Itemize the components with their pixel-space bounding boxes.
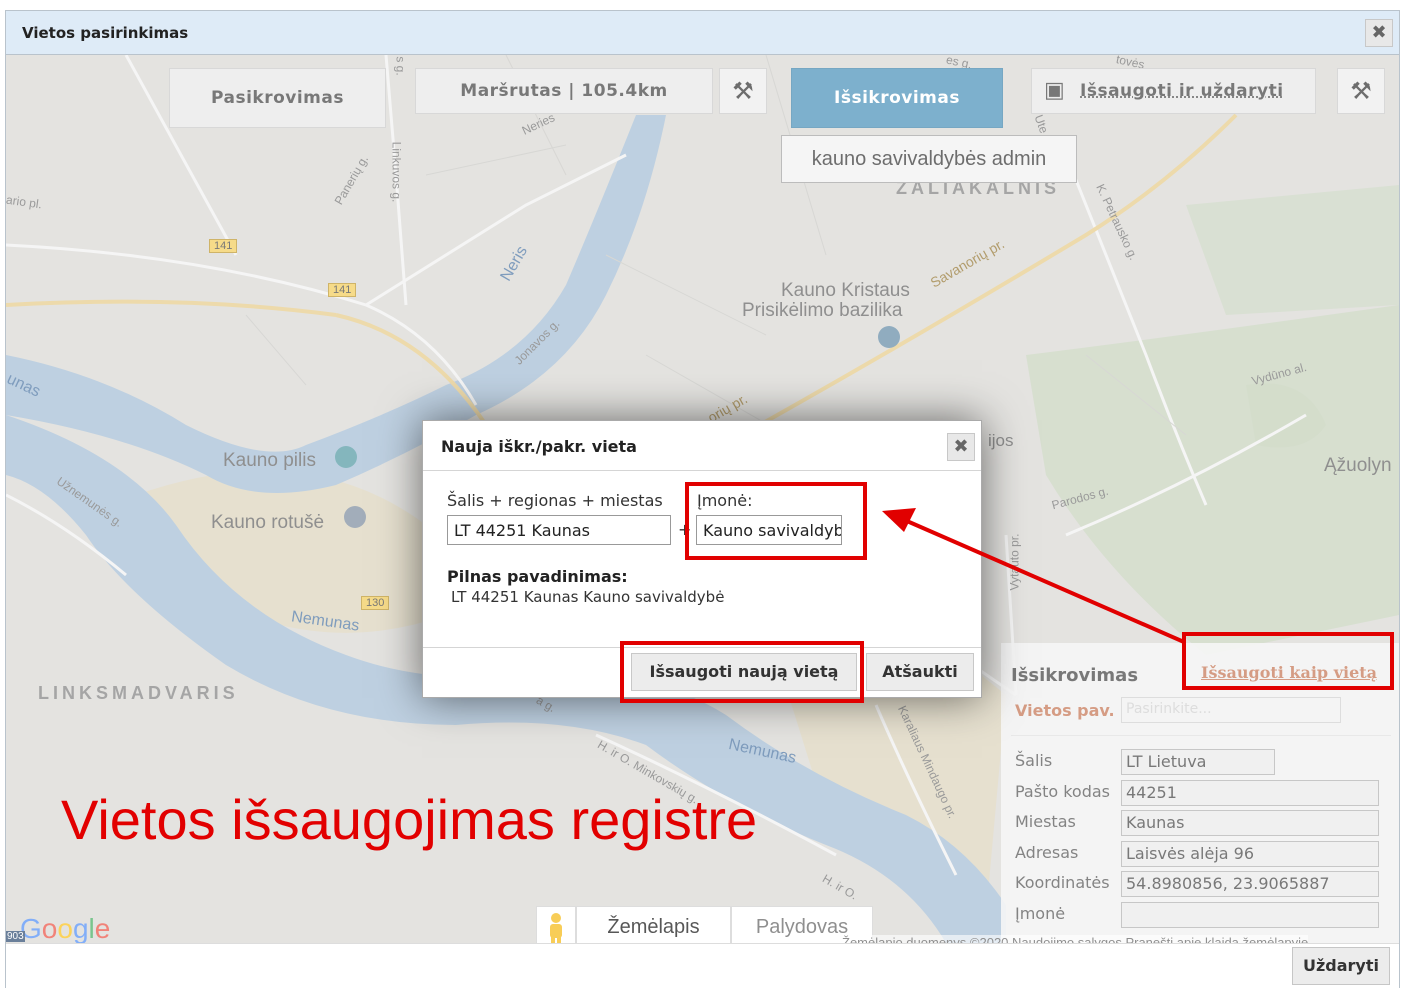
modal-header: Nauja iškr./pakr. vieta ✖ — [423, 421, 981, 471]
highlight-company — [685, 482, 867, 560]
modal-close-icon[interactable]: ✖ — [947, 433, 975, 461]
full-name-label: Pilnas pavadinimas: — [447, 567, 628, 586]
dialog-footer — [6, 943, 1399, 989]
country-region-city-input[interactable]: LT 44251 Kaunas — [447, 515, 671, 545]
annotation-caption: Vietos išsaugojimas registre — [61, 788, 758, 851]
cancel-button[interactable]: Atšaukti — [866, 653, 974, 691]
full-name-value: LT 44251 Kaunas Kauno savivaldybė — [451, 588, 725, 606]
dialog-title: Vietos pasirinkimas — [22, 24, 189, 42]
highlight-save-button — [620, 641, 864, 703]
dialog-titlebar: Vietos pasirinkimas ✖ — [6, 11, 1399, 55]
dialog-close-icon[interactable]: ✖ — [1365, 19, 1393, 47]
country-region-city-label: Šalis + regionas + miestas — [447, 491, 663, 510]
close-button[interactable]: Uždaryti — [1292, 947, 1390, 985]
highlight-save-as-link — [1182, 632, 1394, 690]
modal-title: Nauja iškr./pakr. vieta — [441, 437, 637, 456]
